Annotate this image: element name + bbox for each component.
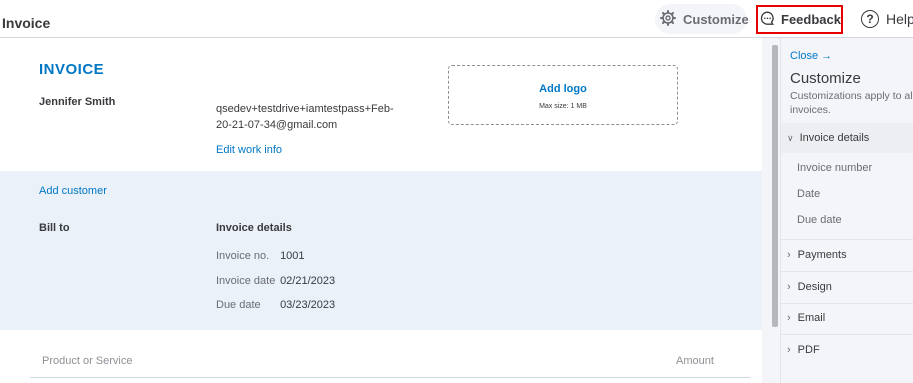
chevron-down-icon: ∨ [787, 132, 794, 143]
section-label: Design [797, 281, 832, 293]
section-pdf[interactable]: › PDF [787, 344, 820, 356]
table-divider [30, 377, 750, 378]
edit-work-info-link[interactable]: Edit work info [216, 144, 282, 156]
add-logo-label: Add logo [539, 83, 587, 95]
amount-column-header: Amount [676, 355, 714, 367]
top-bar: Invoice Customize Feedback ? Help [0, 0, 913, 38]
invoice-date-label: Invoice date [216, 275, 276, 287]
panel-description: Customizations apply to all invoices. [790, 90, 913, 116]
product-column-header: Product or Service [42, 355, 133, 367]
due-date-value: 03/23/2023 [280, 299, 336, 311]
invoice-date-value: 02/21/2023 [280, 275, 336, 287]
due-date-label: Due date [216, 299, 261, 311]
invoice-date-row[interactable]: Invoice date 02/21/2023 [216, 275, 335, 287]
help-label: Help [886, 11, 913, 27]
feedback-button[interactable]: Feedback [756, 5, 843, 34]
invoice-form: INVOICE Jennifer Smith qsedev+testdrive+… [0, 38, 762, 383]
section-email[interactable]: › Email [787, 312, 825, 324]
panel-title: Customize [790, 70, 861, 87]
section-label: Email [797, 312, 826, 324]
section-invoice-details[interactable]: ∨ Invoice details [781, 123, 913, 153]
invoice-number-row[interactable]: Invoice no. 1001 [216, 250, 305, 262]
invoice-number-label: Invoice no. [216, 250, 270, 262]
page-title: Invoice [2, 15, 51, 31]
option-invoice-number[interactable]: Invoice number [797, 162, 872, 174]
customize-label: Customize [683, 11, 749, 27]
chevron-right-icon: › [787, 249, 791, 261]
invoice-heading: INVOICE [39, 61, 105, 78]
help-circle-icon: ? [861, 10, 879, 28]
add-customer-link[interactable]: Add customer [39, 185, 107, 197]
panel-divider [781, 271, 913, 272]
option-due-date[interactable]: Due date [797, 214, 842, 226]
logo-size-hint: Max size: 1 MB [539, 103, 587, 110]
feedback-label: Feedback [781, 12, 841, 27]
bill-to-label: Bill to [39, 222, 70, 234]
option-date[interactable]: Date [797, 188, 820, 200]
panel-divider [781, 239, 913, 240]
chevron-right-icon: › [787, 312, 791, 324]
panel-divider [781, 303, 913, 304]
section-label: PDF [797, 344, 820, 356]
gear-icon [660, 9, 683, 29]
chevron-right-icon: › [787, 344, 791, 356]
section-label: Payments [797, 249, 847, 261]
invoice-details-title: Invoice details [216, 222, 292, 234]
company-name: Jennifer Smith [39, 96, 116, 108]
invoice-number-value: 1001 [280, 250, 305, 262]
chat-bubble-icon [760, 11, 781, 29]
due-date-row[interactable]: Due date 03/23/2023 [216, 299, 335, 311]
add-logo-box[interactable]: Add logo Max size: 1 MB [448, 65, 678, 125]
section-payments[interactable]: › Payments [787, 249, 847, 261]
panel-divider [781, 334, 913, 335]
company-email: qsedev+testdrive+iamtestpass+Feb-20-21-0… [216, 103, 394, 131]
customer-section: Add customer Bill to Invoice details Inv… [0, 171, 762, 330]
section-label: Invoice details [799, 132, 870, 144]
customize-panel: Close → Customize Customizations apply t… [780, 38, 913, 383]
help-button[interactable]: ? Help [861, 10, 913, 28]
close-panel-link[interactable]: Close → [790, 50, 832, 62]
chevron-right-icon: › [787, 281, 791, 293]
scrollbar-thumb[interactable] [772, 45, 778, 327]
section-design[interactable]: › Design [787, 281, 832, 293]
customize-button[interactable]: Customize [655, 4, 749, 34]
